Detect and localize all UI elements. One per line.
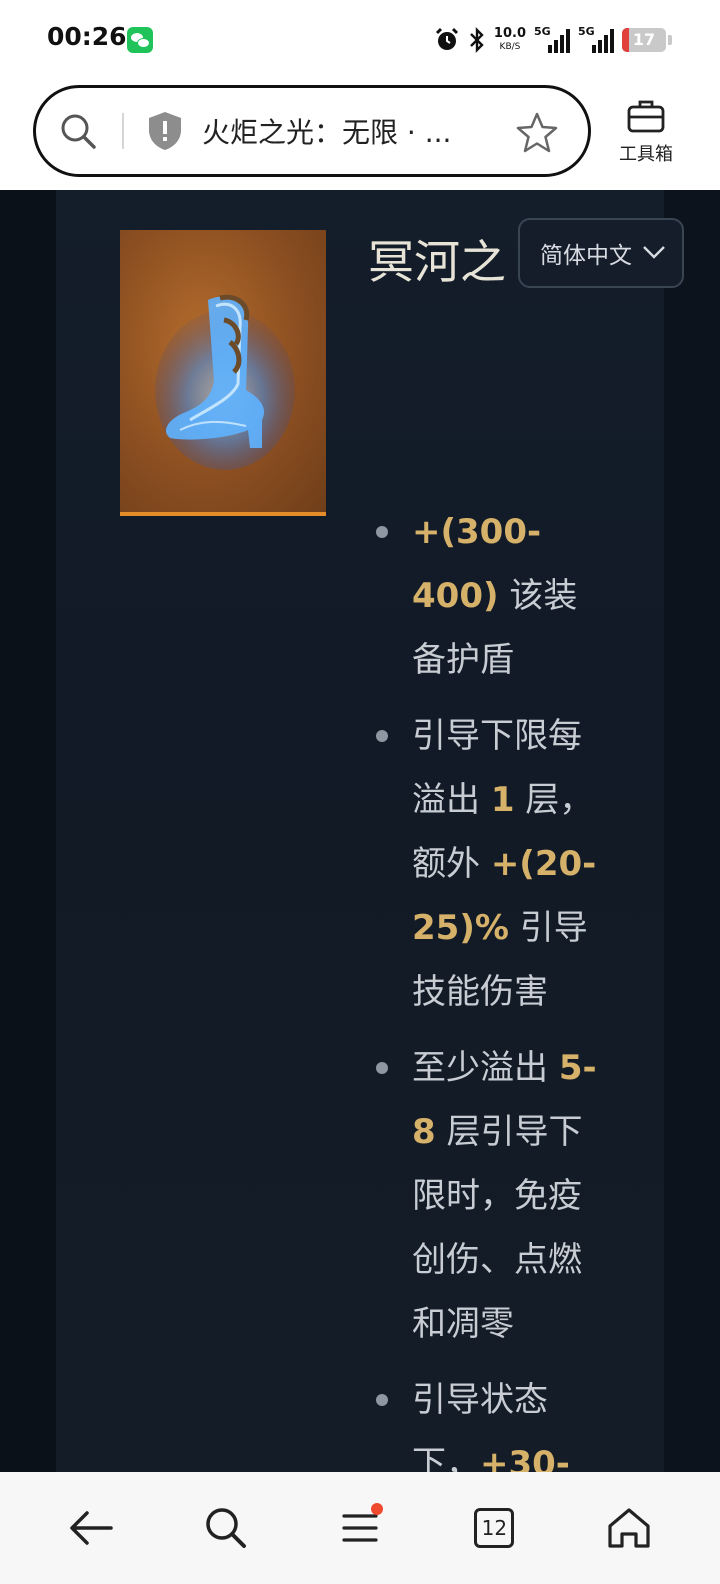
network-speed-unit: KB/S xyxy=(499,41,521,52)
back-arrow-icon xyxy=(70,1511,113,1545)
toolbox-label: 工具箱 xyxy=(619,144,673,165)
signal-type-label: 5G xyxy=(578,25,595,38)
network-speed: 10.0 KB/S xyxy=(493,25,526,53)
notification-dot xyxy=(370,1503,383,1515)
signal-type-label: 5G xyxy=(534,25,551,38)
network-speed-value: 10.0 xyxy=(493,25,526,41)
security-shield-icon[interactable] xyxy=(146,109,184,153)
address-field[interactable]: 火炬之光：无限 · ... xyxy=(33,85,591,177)
page-title[interactable]: 火炬之光：无限 · ... xyxy=(202,111,482,151)
ghost-boot-icon xyxy=(155,294,295,470)
signal-strength-icon: 5G xyxy=(534,25,570,53)
home-icon xyxy=(608,1508,650,1548)
battery-tip xyxy=(668,35,672,45)
browser-address-bar: 火炬之光：无限 · ... 工具箱 xyxy=(0,80,720,190)
language-select[interactable]: 简体中文 xyxy=(518,218,684,288)
left-gutter xyxy=(0,190,56,1472)
bottom-navigation: 12 xyxy=(0,1472,720,1584)
affix-item: +(300-400) 该装备护盾 xyxy=(370,500,606,692)
toolbox-button[interactable]: 工具箱 xyxy=(608,98,684,166)
status-time: 00:26 xyxy=(47,22,127,51)
affix-text: 至少溢出 xyxy=(412,1048,559,1088)
search-icon xyxy=(205,1508,246,1548)
home-button[interactable] xyxy=(594,1493,664,1563)
bluetooth-icon xyxy=(470,27,484,53)
toolbox-icon xyxy=(627,100,665,133)
status-bar: 00:26 10.0 KB/S 5G 5G 17 xyxy=(0,0,720,80)
search-button[interactable] xyxy=(191,1493,261,1563)
back-button[interactable] xyxy=(56,1493,126,1563)
page-content[interactable]: 冥河之 +(300-400) 该装备护盾 引导下限每溢出 1 层，额外 +(20-… xyxy=(0,190,720,1472)
tabs-button[interactable]: 12 xyxy=(459,1493,529,1563)
search-icon[interactable] xyxy=(56,109,100,153)
affix-item: 至少溢出 5-8 层引导下限时，免疫创伤、点燃和凋零 xyxy=(370,1036,606,1356)
signal-strength-icon: 5G xyxy=(578,25,614,53)
item-image xyxy=(120,230,326,516)
menu-button[interactable] xyxy=(325,1493,395,1563)
wechat-notification-icon xyxy=(127,27,153,53)
right-gutter xyxy=(664,190,720,1472)
affix-text: 层引导下限时，免疫创伤、点燃和凋零 xyxy=(412,1112,583,1344)
language-select-value: 简体中文 xyxy=(540,243,632,269)
item-title: 冥河之 xyxy=(368,235,506,289)
battery-icon: 17 xyxy=(622,28,666,52)
affix-list: +(300-400) 该装备护盾 引导下限每溢出 1 层，额外 +(20-25)%… xyxy=(370,500,606,1472)
status-icons: 10.0 KB/S 5G 5G 17 xyxy=(434,22,672,58)
alarm-icon xyxy=(435,27,458,50)
address-divider xyxy=(122,113,124,149)
chevron-down-icon xyxy=(643,246,665,259)
affix-item: 引导状态下，+30-40% 移动速度 xyxy=(370,1368,606,1472)
bookmark-star-icon[interactable] xyxy=(514,110,560,156)
menu-icon xyxy=(342,1514,378,1542)
tab-count: 12 xyxy=(474,1508,515,1548)
affix-value: 1 xyxy=(490,780,515,820)
affix-item: 引导下限每溢出 1 层，额外 +(20-25)% 引导技能伤害 xyxy=(370,704,606,1024)
battery-level: 17 xyxy=(632,30,656,49)
